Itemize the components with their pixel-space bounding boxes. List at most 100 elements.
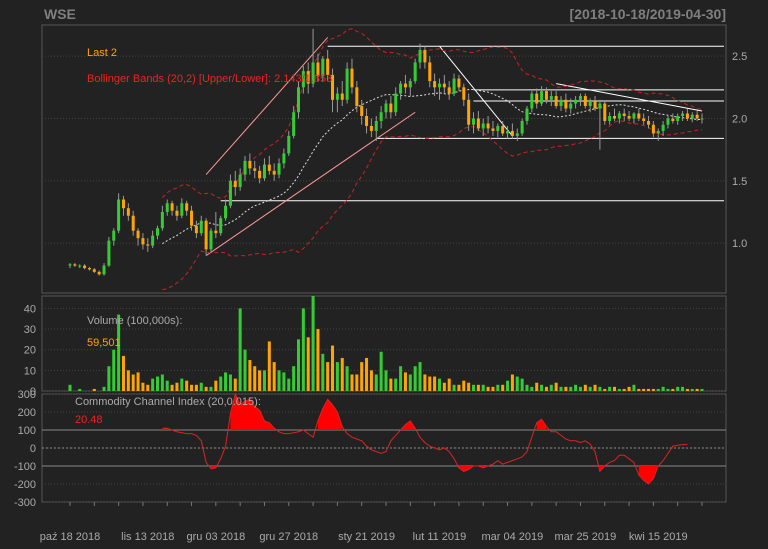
volume-bar [389, 378, 393, 391]
volume-bar [418, 362, 422, 391]
volume-bar [447, 378, 451, 391]
x-tick-label: paź 18 2018 [40, 531, 101, 543]
volume-bar [612, 386, 616, 391]
volume-bar [190, 384, 194, 391]
candle-body [632, 113, 636, 119]
candle-body [423, 49, 427, 63]
cci-tick-label: -100 [14, 461, 36, 473]
candle-body [199, 220, 203, 234]
price-tick-label: 1.0 [732, 238, 747, 250]
volume-bar [617, 388, 621, 391]
candle-body [102, 265, 106, 275]
volume-bar [146, 384, 150, 391]
candle-body [389, 103, 393, 113]
candle-body [428, 62, 432, 82]
volume-bar [219, 376, 223, 391]
volume-bar [437, 378, 441, 391]
candle-body [447, 87, 451, 94]
volume-bar [564, 386, 568, 391]
candle-body [243, 160, 247, 175]
candle-body [578, 96, 582, 100]
volume-bar [170, 384, 174, 391]
volume-bar [194, 384, 198, 391]
volume-bar [248, 360, 252, 391]
candle-body [292, 112, 296, 136]
volume-bar [671, 388, 675, 391]
candle-body [233, 180, 237, 188]
price-tick-label: 2.5 [732, 51, 747, 63]
candle-body [394, 93, 398, 113]
candle-body [262, 164, 266, 179]
volume-bar [695, 388, 699, 391]
candle-body [146, 244, 150, 246]
candle-body [491, 128, 495, 131]
volume-bar [574, 384, 578, 391]
candle-body [603, 103, 607, 121]
candle-body [510, 130, 514, 136]
volume-bar [306, 337, 310, 391]
volume-bar [472, 384, 476, 391]
candle-body [156, 228, 160, 236]
candle-body [185, 203, 189, 211]
volume-bar [700, 388, 704, 391]
volume-bar [267, 341, 271, 391]
x-tick-label: lut 11 2019 [413, 531, 467, 543]
volume-bar [335, 362, 339, 391]
candle-body [83, 265, 87, 269]
volume-bar [399, 366, 403, 391]
price-tick-label: 1.5 [732, 176, 747, 188]
candle-body [535, 93, 539, 104]
volume-bar [569, 386, 573, 391]
candle-body [457, 78, 461, 88]
volume-last-value: 59,501 [87, 337, 121, 349]
volume-bar [666, 388, 670, 391]
volume-bar [233, 378, 237, 391]
candle-body [622, 113, 626, 116]
cci-tick-label: 200 [18, 407, 36, 419]
volume-bar [311, 296, 315, 391]
panel-frame-vol [41, 295, 727, 392]
candle-body [350, 68, 354, 88]
candle-body [204, 220, 208, 250]
volume-bar [656, 388, 660, 391]
volume-bar [535, 382, 539, 391]
candle-body [151, 235, 155, 246]
candle-body [345, 68, 349, 100]
volume-bar [151, 378, 155, 391]
candle-body [219, 218, 223, 234]
volume-bar [549, 384, 553, 391]
volume-bar [442, 382, 446, 391]
candle-body [131, 215, 135, 231]
candle-body [374, 120, 378, 131]
volume-bar [428, 376, 432, 391]
volume-bar [685, 388, 689, 391]
x-tick-label: lis 13 2018 [121, 531, 174, 543]
candle-body [141, 238, 145, 245]
candle-body [384, 103, 388, 113]
candle-body [112, 230, 116, 241]
volume-bar [676, 386, 680, 391]
volume-bar [647, 388, 651, 391]
candle-body [190, 210, 194, 226]
volume-bar [121, 355, 125, 391]
volume-bar [214, 380, 218, 391]
volume-bar [68, 384, 72, 391]
candle-body [228, 180, 232, 206]
candle-body [365, 115, 369, 126]
volume-bar [622, 388, 626, 391]
volume-bar [243, 349, 247, 391]
volume-bar [126, 370, 130, 391]
candle-body [608, 115, 612, 121]
volume-label: Volume (100,000s): [87, 315, 182, 327]
candle-body [399, 83, 403, 94]
candle-body [496, 125, 500, 131]
volume-bar [165, 380, 169, 391]
candle-body [78, 265, 82, 267]
volume-tick-label: 10 [24, 365, 36, 377]
volume-bar [491, 386, 495, 391]
volume-bar [651, 388, 655, 391]
candle-body [651, 124, 655, 134]
panel-frame-price [41, 24, 727, 294]
x-tick-label: gru 03 2018 [186, 531, 245, 543]
candle-body [107, 240, 111, 266]
